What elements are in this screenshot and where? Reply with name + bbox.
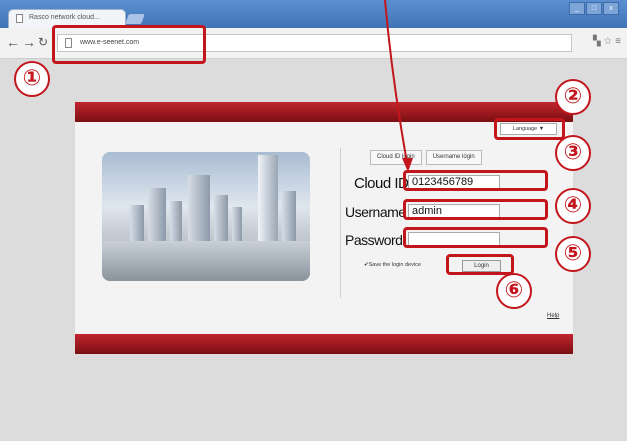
annotation-number-2: ② (555, 79, 591, 115)
annotation-number-4: ④ (555, 188, 591, 224)
annotation-number-5: ⑤ (555, 236, 591, 272)
annotation-number-3: ③ (555, 135, 591, 171)
annotation-number-6: ⑥ (496, 273, 532, 309)
annotation-arrow (384, 0, 413, 172)
annotation-number-1: ① (14, 61, 50, 97)
